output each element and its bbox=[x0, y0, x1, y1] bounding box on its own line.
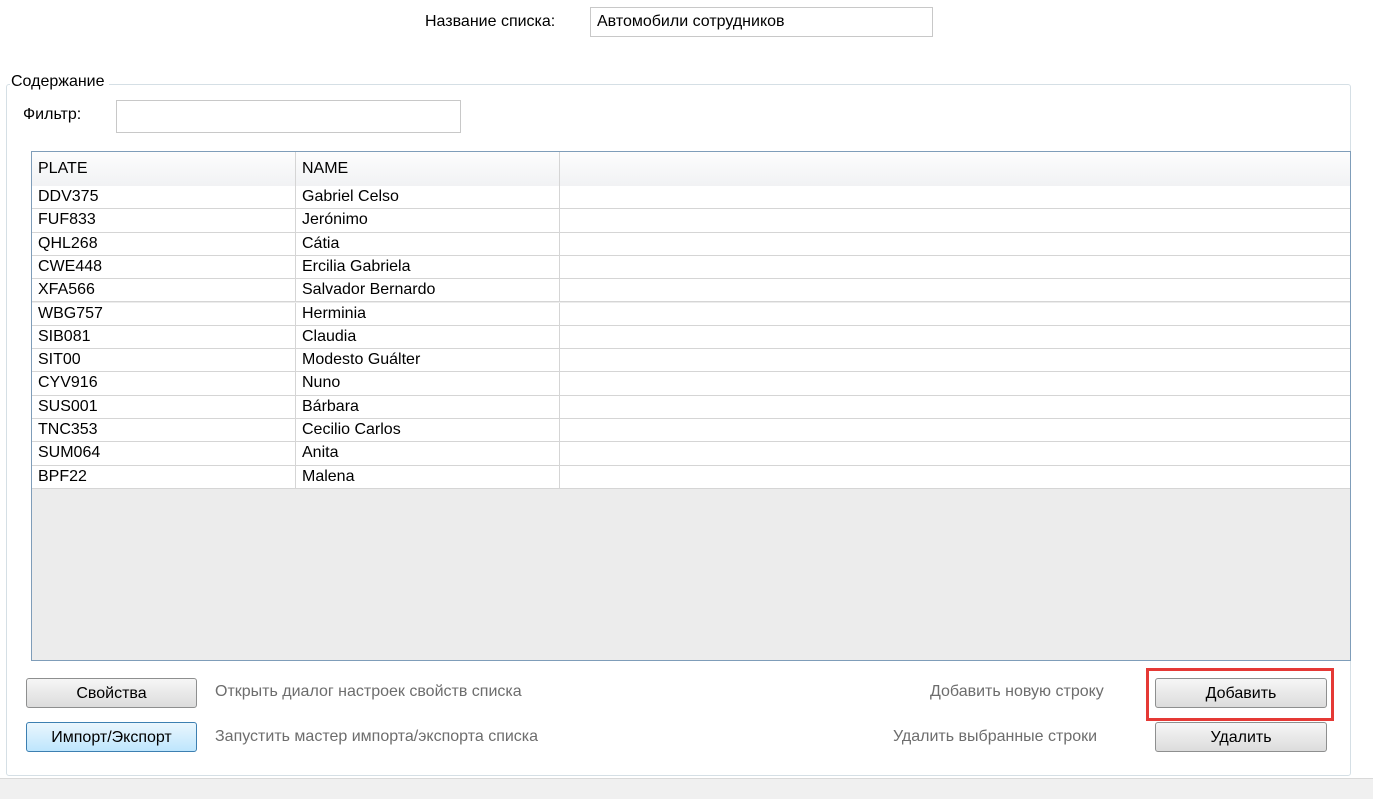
cell-name[interactable]: Herminia bbox=[296, 302, 560, 325]
table-row[interactable]: BPF22 Malena bbox=[32, 465, 1350, 489]
delete-button[interactable]: Удалить bbox=[1155, 722, 1327, 752]
table-row[interactable]: SIB081 Claudia bbox=[32, 325, 1350, 350]
list-name-row: Название списка: bbox=[0, 7, 1373, 37]
cell-plate[interactable]: SUM064 bbox=[32, 442, 296, 465]
table-row[interactable]: SIT00 Modesto Guálter bbox=[32, 349, 1350, 373]
cell-filler bbox=[560, 396, 1350, 418]
cell-plate[interactable]: TNC353 bbox=[32, 419, 296, 442]
cell-name[interactable]: Gabriel Celso bbox=[296, 186, 560, 209]
cell-plate[interactable]: CWE448 bbox=[32, 255, 296, 279]
cell-name[interactable]: Cátia bbox=[296, 232, 560, 255]
table-row[interactable]: SUS001 Bárbara bbox=[32, 395, 1350, 419]
cell-name[interactable]: Jerónimo bbox=[296, 209, 560, 232]
cell-plate[interactable]: DDV375 bbox=[32, 186, 296, 209]
cell-filler bbox=[560, 419, 1350, 441]
column-header-plate[interactable]: PLATE bbox=[32, 152, 296, 186]
cell-filler bbox=[560, 186, 1350, 208]
cell-plate[interactable]: CYV916 bbox=[32, 372, 296, 395]
cell-filler bbox=[560, 372, 1350, 394]
properties-button[interactable]: Свойства bbox=[26, 678, 197, 708]
add-description: Добавить новую строку bbox=[930, 683, 1104, 700]
cell-plate[interactable]: XFA566 bbox=[32, 279, 296, 302]
cell-name[interactable]: Ercilia Gabriela bbox=[296, 255, 560, 279]
import-export-description: Запустить мастер импорта/экспорта списка bbox=[215, 728, 539, 745]
data-grid[interactable]: PLATE NAME DDV375 Gabriel Celso FUF833 Jeró… bbox=[31, 151, 1351, 661]
table-row[interactable]: CWE448 Ercilia Gabriela bbox=[32, 255, 1350, 280]
table-row[interactable]: SUM064 Anita bbox=[32, 442, 1350, 466]
properties-description: Открыть диалог настроек свойств списка bbox=[215, 683, 522, 700]
cell-name[interactable]: Malena bbox=[296, 465, 560, 488]
cell-filler bbox=[560, 209, 1350, 231]
import-export-button[interactable]: Импорт/Экспорт bbox=[26, 722, 197, 752]
cell-plate[interactable]: SUS001 bbox=[32, 395, 296, 418]
cell-filler bbox=[560, 466, 1350, 488]
cell-filler bbox=[560, 256, 1350, 278]
cell-name[interactable]: Claudia bbox=[296, 325, 560, 349]
cell-plate[interactable]: QHL268 bbox=[32, 232, 296, 255]
cell-filler bbox=[560, 303, 1350, 325]
cell-filler bbox=[560, 233, 1350, 255]
cell-filler bbox=[560, 279, 1350, 301]
add-button-highlight bbox=[1146, 668, 1334, 721]
table-row[interactable]: WBG757 Herminia bbox=[32, 302, 1350, 326]
cell-filler bbox=[560, 442, 1350, 464]
cell-filler bbox=[560, 349, 1350, 371]
cell-plate[interactable]: WBG757 bbox=[32, 302, 296, 325]
cell-name[interactable]: Cecilio Carlos bbox=[296, 419, 560, 442]
cell-plate[interactable]: BPF22 bbox=[32, 465, 296, 488]
list-name-label: Название списка: bbox=[425, 13, 556, 30]
cell-name[interactable]: Salvador Bernardo bbox=[296, 279, 560, 302]
cell-name[interactable]: Modesto Guálter bbox=[296, 349, 560, 372]
table-row[interactable]: TNC353 Cecilio Carlos bbox=[32, 419, 1350, 443]
table-row[interactable]: CYV916 Nuno bbox=[32, 372, 1350, 396]
cell-name[interactable]: Bárbara bbox=[296, 395, 560, 418]
list-name-input[interactable] bbox=[590, 7, 933, 37]
table-row[interactable]: QHL268 Cátia bbox=[32, 232, 1350, 256]
status-bar bbox=[0, 778, 1373, 799]
cell-filler bbox=[560, 326, 1350, 348]
cell-name[interactable]: Anita bbox=[296, 442, 560, 465]
cell-plate[interactable]: FUF833 bbox=[32, 209, 296, 232]
delete-description: Удалить выбранные строки bbox=[893, 728, 1098, 745]
table-row[interactable]: DDV375 Gabriel Celso bbox=[32, 186, 1350, 210]
table-row[interactable]: XFA566 Salvador Bernardo bbox=[32, 279, 1350, 303]
content-group-title: Содержание bbox=[10, 73, 109, 91]
filter-label: Фильтр: bbox=[23, 106, 82, 123]
cell-plate[interactable]: SIB081 bbox=[32, 325, 296, 349]
table-row[interactable]: FUF833 Jerónimo bbox=[32, 209, 1350, 233]
grid-header: PLATE NAME bbox=[32, 152, 1350, 187]
column-header-filler bbox=[560, 152, 1350, 186]
cell-plate[interactable]: SIT00 bbox=[32, 349, 296, 372]
cell-name[interactable]: Nuno bbox=[296, 372, 560, 395]
column-header-name[interactable]: NAME bbox=[296, 152, 560, 186]
filter-input[interactable] bbox=[116, 100, 461, 133]
